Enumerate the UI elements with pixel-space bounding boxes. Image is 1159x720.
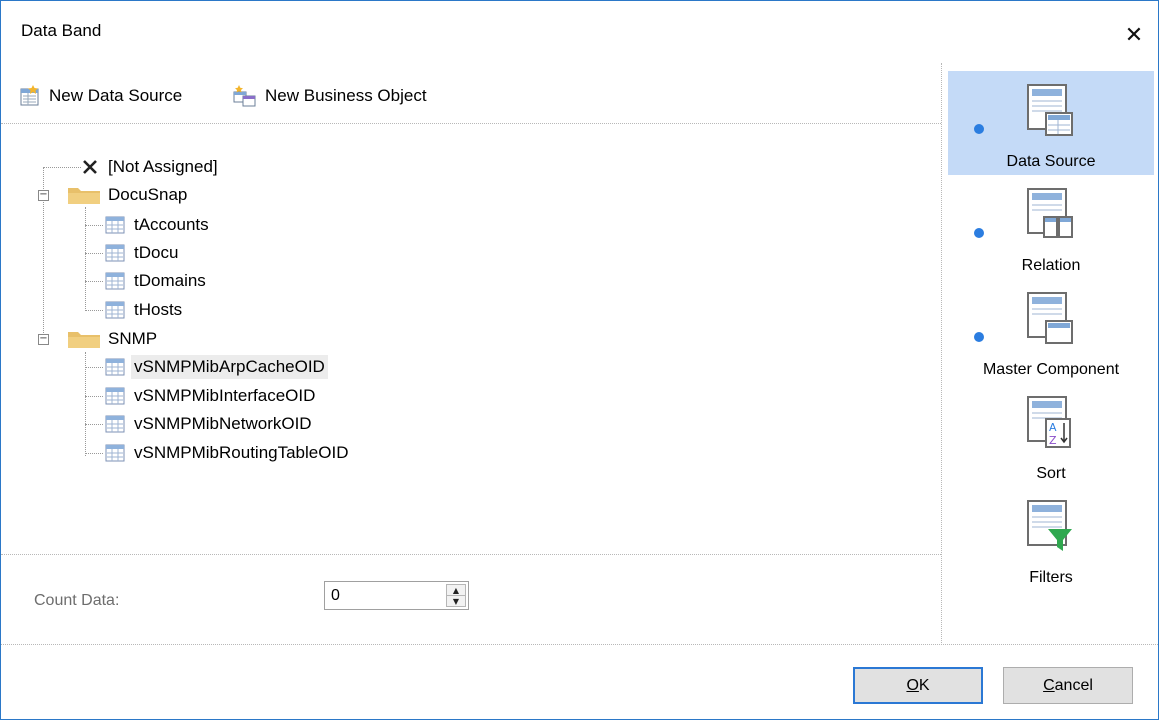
window-title: Data Band [21,21,102,40]
table-icon [105,358,125,376]
cancel-button[interactable]: Cancel [1003,667,1133,704]
spin-buttons: ▲ ▼ [446,584,466,607]
tree-item-vsnmpmibroutingtableoid[interactable]: vSNMPMibRoutingTableOID [105,440,351,466]
ok-button[interactable]: OK [853,667,983,704]
tree-connector [85,225,103,226]
sidebar-item-sort[interactable]: A Z Sort [948,383,1154,487]
spin-up-icon[interactable]: ▲ [447,585,465,596]
new-business-object-button[interactable]: New Business Object [233,83,427,109]
table-icon [105,387,125,405]
toolbar: New Data Source New Business Object [1,71,941,123]
sidebar-item-filters[interactable]: Filters [948,487,1154,591]
sidebar-item-label: Sort [1036,465,1066,482]
tree-item-not-assigned[interactable]: [Not Assigned] [81,154,221,180]
data-band-dialog: Data Band ✕ New Data Source New Business… [0,0,1159,720]
sidebar-item-master-component[interactable]: Master Component [948,279,1154,383]
tree-connector [85,424,103,425]
tree-item-label: tAccounts [134,215,209,234]
tree-connector [85,310,103,311]
sidebar-item-data-source[interactable]: Data Source [948,71,1154,175]
tree-item-label: vSNMPMibInterfaceOID [134,386,316,405]
tree-group-docusnap[interactable]: DocuSnap [67,182,190,208]
tree-connector [85,396,103,397]
filter-icon [1027,500,1072,551]
spin-down-icon[interactable]: ▼ [447,596,465,607]
folder-icon [68,188,100,204]
tree-item-label: tDocu [134,243,179,262]
table-icon [105,301,125,319]
count-data-label: Count Data: [34,592,120,609]
ok-label-rest: K [918,676,930,694]
table-icon [105,272,125,290]
tree-group-label: DocuSnap [108,185,188,204]
tree-connector [85,453,103,454]
not-assigned-x-icon [83,160,97,174]
tree-item-label: vSNMPMibRoutingTableOID [134,443,349,462]
sort-icon: A Z [1027,396,1071,448]
table-icon [105,244,125,262]
count-data-stepper[interactable]: ▲ ▼ [324,581,469,610]
svg-text:Z: Z [1049,434,1057,447]
footer-separator [1,644,1158,645]
data-source-tree[interactable]: [Not Assigned] − DocuSnap tAccounts tDoc… [1,123,941,553]
tree-item-thosts[interactable]: tHosts [105,297,185,323]
tree-connector [85,367,103,368]
sidebar-item-label: Relation [1021,257,1081,274]
table-icon [105,415,125,433]
status-dot-icon [974,124,984,134]
tree-item-vsnmpmibarpcacheoid[interactable]: vSNMPMibArpCacheOID [105,354,328,380]
svg-text:A: A [1049,421,1057,434]
sidebar-item-label: Filters [1029,569,1073,586]
folder-icon [68,332,100,348]
cancel-mnemonic: C [1043,676,1055,694]
relation-icon [1027,188,1073,238]
new-data-source-button[interactable]: New Data Source [19,83,182,109]
tree-item-vsnmpmibnetworkoid[interactable]: vSNMPMibNetworkOID [105,411,315,437]
ok-mnemonic: O [906,676,919,694]
close-button[interactable]: ✕ [1116,17,1152,53]
collapse-docusnap-icon[interactable]: − [38,190,49,201]
collapse-snmp-icon[interactable]: − [38,334,49,345]
tree-item-label: tHosts [134,300,183,319]
tree-item-tdomains[interactable]: tDomains [105,268,209,294]
cancel-label-rest: ancel [1054,676,1093,694]
sidebar-item-label: Data Source [1006,153,1096,170]
new-business-object-label: New Business Object [265,86,427,105]
title-bar: Data Band ✕ [1,1,1158,47]
sidebar-item-relation[interactable]: Relation [948,175,1154,279]
data-source-icon [1027,84,1073,136]
tree-item-taccounts[interactable]: tAccounts [105,212,212,238]
tree-connector [85,253,103,254]
tree-connector [43,167,81,168]
tree-item-vsnmpmibinterfaceoid[interactable]: vSNMPMibInterfaceOID [105,383,318,409]
tree-group-snmp[interactable]: SNMP [67,326,160,352]
page-sidebar: Data Source Relation Master Component A … [942,63,1158,643]
table-icon [105,216,125,234]
new-business-object-icon [233,85,256,107]
tree-item-label: vSNMPMibArpCacheOID [131,355,328,379]
count-data-input[interactable] [325,582,443,609]
table-icon [105,444,125,462]
tree-group-label: SNMP [108,329,158,348]
count-data-row: Count Data: ▲ ▼ [1,554,941,644]
status-dot-icon [974,332,984,342]
new-data-source-icon [20,85,39,106]
tree-item-label: [Not Assigned] [108,157,218,176]
sidebar-item-label: Master Component [982,361,1120,378]
tree-connector [85,207,86,311]
tree-item-label: vSNMPMibNetworkOID [134,414,312,433]
tree-connector [85,281,103,282]
status-dot-icon [974,228,984,238]
tree-item-tdocu[interactable]: tDocu [105,240,181,266]
master-component-icon [1027,292,1073,344]
tree-item-label: tDomains [134,271,206,290]
new-data-source-label: New Data Source [49,86,183,105]
